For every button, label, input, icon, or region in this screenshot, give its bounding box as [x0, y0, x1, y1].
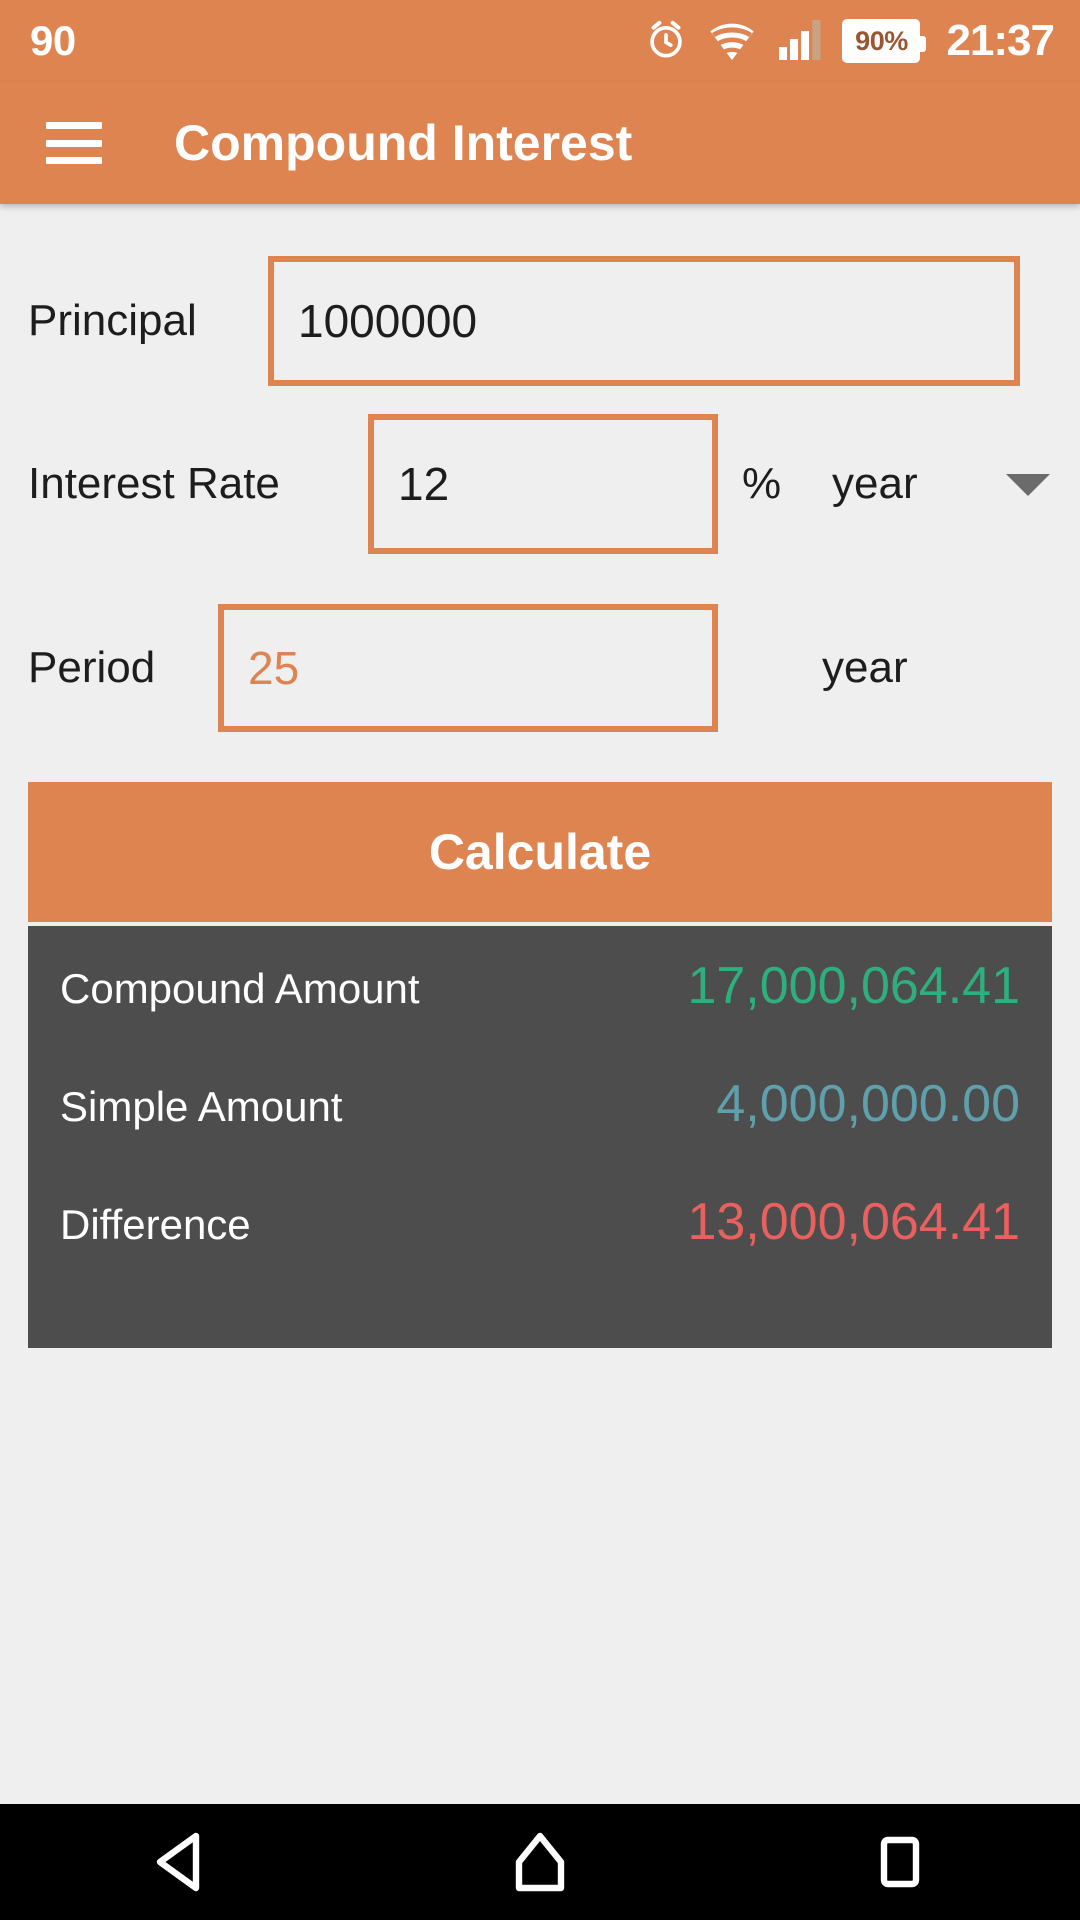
period-input[interactable]: 25: [218, 604, 718, 732]
android-navigation-bar: [0, 1804, 1080, 1920]
interest-rate-row: Interest Rate 12 % year: [0, 414, 1080, 554]
percent-symbol: %: [742, 459, 782, 508]
alarm-clock-icon: [644, 15, 688, 68]
battery-level-label: 90%: [855, 25, 908, 56]
wifi-icon: [706, 17, 758, 66]
result-row-difference: Difference 13,000,064.41: [28, 1196, 1052, 1314]
battery-icon: 90%: [842, 19, 927, 63]
result-row-simple-amount: Simple Amount 4,000,000.00: [28, 1078, 1052, 1196]
recents-square-icon[interactable]: [800, 1804, 1000, 1920]
interest-rate-label: Interest Rate: [28, 459, 280, 508]
status-bar-left-text: 90: [30, 17, 76, 64]
period-row: Period 25 year: [0, 604, 1080, 732]
principal-input-value: 1000000: [298, 295, 478, 347]
chevron-down-icon[interactable]: [1006, 474, 1050, 496]
simple-amount-label: Simple Amount: [60, 1083, 343, 1130]
status-bar-icons: 90% 21:37: [644, 15, 1055, 68]
result-row-compound-amount: Compound Amount 17,000,064.41: [28, 960, 1052, 1078]
main-content: Principal 1000000 Interest Rate 12 % yea…: [0, 204, 1080, 1804]
compound-amount-label: Compound Amount: [60, 965, 420, 1012]
compound-amount-value: 17,000,064.41: [687, 957, 1020, 1015]
results-panel: Compound Amount 17,000,064.41 Simple Amo…: [28, 926, 1052, 1348]
app-root: 90 90% 21:37 Compound Interest Principal…: [0, 0, 1080, 1920]
difference-value: 13,000,064.41: [687, 1193, 1020, 1251]
back-triangle-icon[interactable]: [80, 1804, 280, 1920]
app-bar: Compound Interest: [0, 82, 1080, 204]
interest-rate-input[interactable]: 12: [368, 414, 718, 554]
status-bar-clock: 21:37: [946, 16, 1055, 65]
period-label: Period: [28, 643, 156, 692]
page-title: Compound Interest: [174, 115, 633, 171]
difference-label: Difference: [60, 1201, 251, 1248]
cellular-signal-icon: [776, 17, 824, 66]
hamburger-menu-icon[interactable]: [46, 122, 102, 164]
principal-row: Principal 1000000: [0, 256, 1080, 386]
calculate-button[interactable]: Calculate: [28, 782, 1052, 922]
principal-label: Principal: [28, 296, 197, 345]
period-unit-label: year: [822, 643, 908, 692]
status-bar: 90 90% 21:37: [0, 0, 1080, 82]
simple-amount-value: 4,000,000.00: [716, 1075, 1020, 1133]
interest-rate-period-unit[interactable]: year: [832, 462, 918, 506]
principal-input[interactable]: 1000000: [268, 256, 1020, 386]
period-input-value: 25: [248, 642, 300, 694]
home-icon[interactable]: [440, 1804, 640, 1920]
interest-rate-input-value: 12: [398, 458, 450, 510]
